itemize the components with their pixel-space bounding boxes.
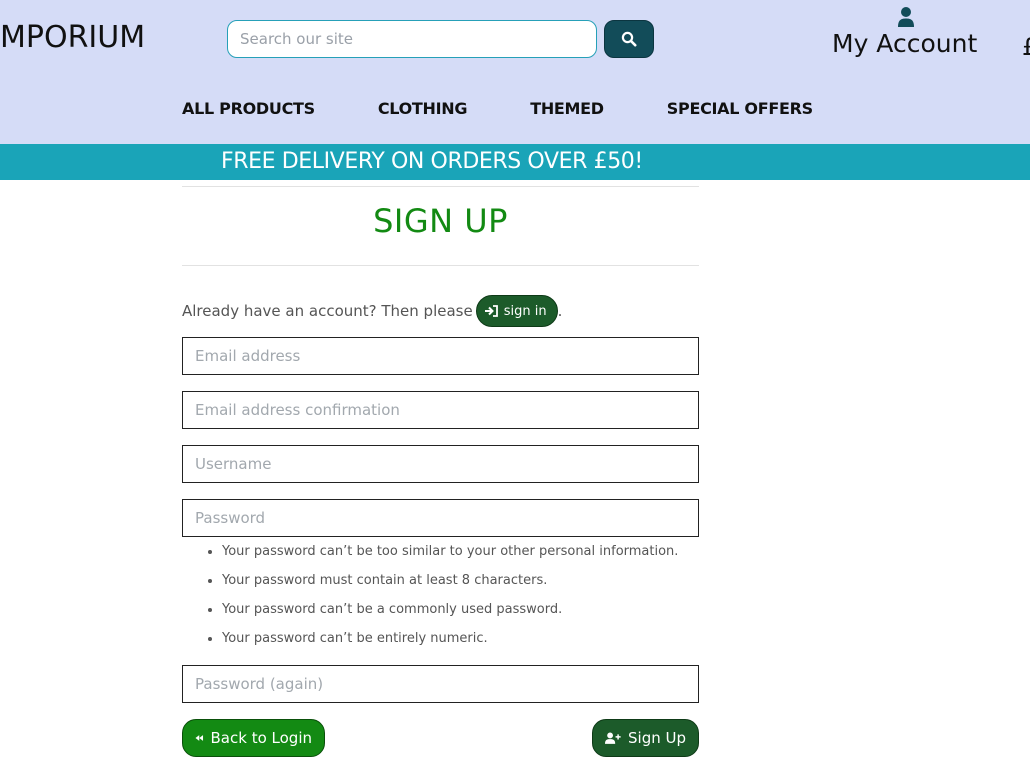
- already-account-label: Already have an account? Then please: [182, 302, 473, 320]
- password-again-field[interactable]: [182, 665, 699, 703]
- password-field[interactable]: [182, 499, 699, 537]
- back-to-login-button[interactable]: Back to Login: [182, 719, 325, 757]
- brand-logo[interactable]: MPORIUM: [0, 20, 145, 55]
- my-account-label: My Account: [832, 29, 978, 58]
- backward-icon: [195, 735, 204, 741]
- nav-themed[interactable]: THEMED: [530, 99, 604, 118]
- divider: [182, 265, 699, 266]
- back-to-login-label: Back to Login: [210, 729, 312, 747]
- period-text: .: [557, 302, 563, 320]
- nav-clothing[interactable]: CLOTHING: [378, 99, 468, 118]
- nav-all-products[interactable]: ALL PRODUCTS: [182, 99, 315, 118]
- bag-total[interactable]: £: [1022, 33, 1030, 61]
- sign-up-button[interactable]: Sign Up: [592, 719, 699, 757]
- search-button[interactable]: [604, 20, 654, 58]
- email-confirmation-field[interactable]: [182, 391, 699, 429]
- already-account-text: Already have an account? Then please sig…: [182, 295, 562, 327]
- password-rule: Your password must contain at least 8 ch…: [222, 573, 678, 602]
- search-icon: [621, 31, 637, 47]
- username-field[interactable]: [182, 445, 699, 483]
- user-icon: [898, 7, 914, 27]
- email-field[interactable]: [182, 337, 699, 375]
- site-header: MPORIUM My Account £ ALL PRODUCTS CLOTHI…: [0, 0, 1030, 144]
- page-title: SIGN UP: [373, 202, 508, 240]
- delivery-banner: FREE DELIVERY ON ORDERS OVER £50!: [0, 144, 1030, 180]
- user-plus-icon: [605, 732, 621, 744]
- delivery-banner-text: FREE DELIVERY ON ORDERS OVER £50!: [221, 149, 643, 174]
- password-rule: Your password can’t be a commonly used p…: [222, 602, 678, 631]
- my-account-link[interactable]: My Account: [832, 6, 980, 58]
- password-rules: Your password can’t be too similar to yo…: [222, 544, 678, 660]
- sign-in-button[interactable]: sign in: [475, 295, 558, 327]
- main-nav: ALL PRODUCTS CLOTHING THEMED SPECIAL OFF…: [182, 99, 876, 118]
- sign-up-label: Sign Up: [628, 729, 686, 747]
- nav-special-offers[interactable]: SPECIAL OFFERS: [667, 99, 813, 118]
- sign-in-icon: [484, 305, 498, 317]
- sign-in-label: sign in: [503, 303, 547, 319]
- divider: [182, 186, 699, 187]
- password-rule: Your password can’t be too similar to yo…: [222, 544, 678, 573]
- password-rule: Your password can’t be entirely numeric.: [222, 631, 678, 660]
- search-input[interactable]: [227, 20, 597, 58]
